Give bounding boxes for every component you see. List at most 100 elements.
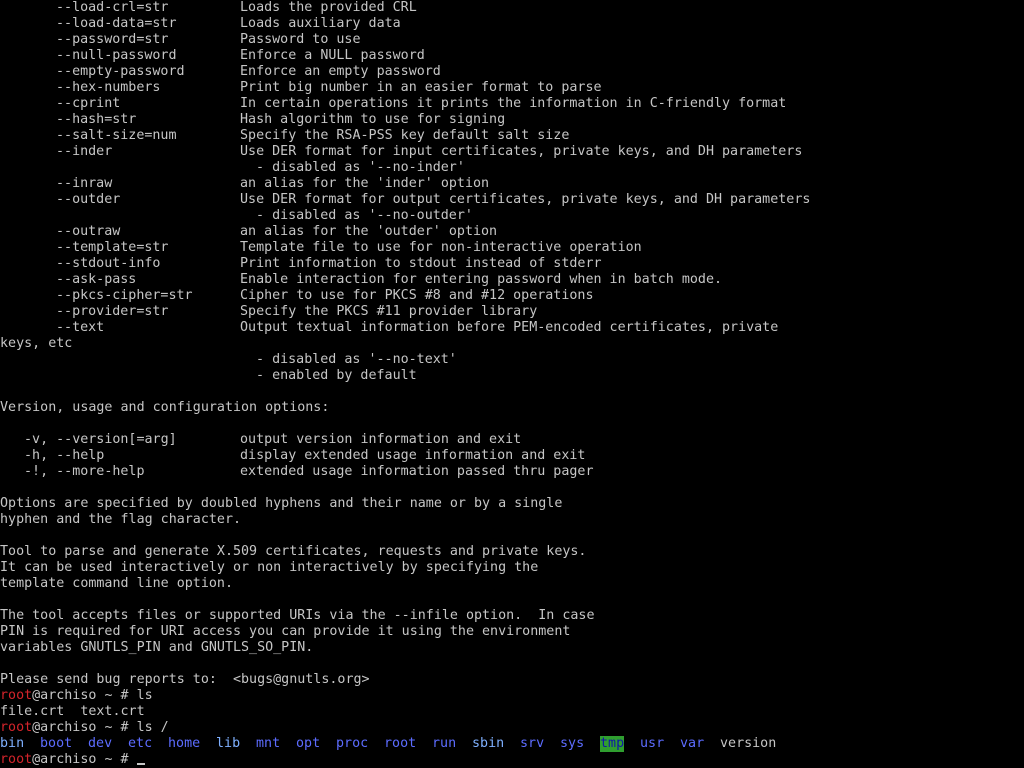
help-option-line: - disabled as '--no-text' [0, 352, 1024, 368]
dir-entry-var: var [680, 736, 705, 751]
option-flag: --provider=str [56, 304, 169, 319]
help-option-line: - disabled as '--no-inder' [0, 160, 1024, 176]
dir-entry-opt: opt [296, 736, 321, 751]
option-flag: --load-crl=str [56, 0, 169, 15]
option-flag: --ask-pass [56, 272, 137, 287]
help-option-line: --load-data=str Loads auxiliary data [0, 16, 1024, 32]
option-description: an alias for the 'inder' option [240, 176, 490, 191]
option-flag: --salt-size=num [56, 128, 177, 143]
option-description: Use DER format for output certificates, … [240, 192, 811, 207]
option-description: Loads auxiliary data [240, 16, 401, 31]
option-flag: --template=str [56, 240, 169, 255]
ls-root-line: bin boot dev etc home lib mnt opt proc root run sbi… [0, 736, 1024, 752]
option-description: Template file to use for non-interactive… [240, 240, 642, 255]
option-description: an alias for the 'outder' option [240, 224, 498, 239]
command-text: ls / [136, 720, 169, 735]
help-option-line: -v, --version[=arg] output version inform… [0, 432, 1024, 448]
help-option-line: --inder Use DER format for input certific… [0, 144, 1024, 160]
option-note: - enabled by default [256, 368, 417, 383]
dir-entry-version: version [720, 736, 777, 751]
option-description: output version information and exit [240, 432, 522, 447]
help-option-line: --salt-size=num Specify the RSA-PSS key d… [0, 128, 1024, 144]
option-description: Print information to stdout instead of s… [240, 256, 602, 271]
option-note: - disabled as '--no-outder' [256, 208, 473, 223]
prompt-host: @archiso ~ # [32, 720, 137, 735]
help-option-line: -!, --more-help extended usage informatio… [0, 464, 1024, 480]
option-description: Output textual information before PEM-en… [240, 320, 779, 335]
option-description: Hash algorithm to use for signing [240, 112, 506, 127]
option-description: Password to use [240, 32, 361, 47]
paragraph-text: PIN is required for URI access you can p… [0, 624, 571, 639]
paragraph-line: It can be used interactively or non inte… [0, 560, 1024, 576]
paragraph-text: variables GNUTLS_PIN and GNUTLS_SO_PIN. [0, 640, 314, 655]
option-flag: -v, --version[=arg] [24, 432, 177, 447]
option-description: Specify the PKCS #11 provider library [240, 304, 538, 319]
option-description: Print big number in an easier format to … [240, 80, 602, 95]
dir-entry-run: run [432, 736, 457, 751]
dir-entry-dev: dev [88, 736, 113, 751]
option-note: - disabled as '--no-inder' [256, 160, 465, 175]
wrapped-text: keys, etc [0, 336, 73, 351]
prompt-line: root@archiso ~ # ls [0, 688, 1024, 704]
help-option-line: -h, --help display extended usage informa… [0, 448, 1024, 464]
paragraph-line: Options are specified by doubled hyphens… [0, 496, 1024, 512]
option-description: In certain operations it prints the info… [240, 96, 787, 111]
paragraph-line: template command line option. [0, 576, 1024, 592]
help-option-line: --empty-password Enforce an empty passwor… [0, 64, 1024, 80]
paragraph-line: variables GNUTLS_PIN and GNUTLS_SO_PIN. [0, 640, 1024, 656]
paragraph-text: Tool to parse and generate X.509 certifi… [0, 544, 587, 559]
paragraph-text: Options are specified by doubled hyphens… [0, 496, 563, 511]
option-flag: --load-data=str [56, 16, 177, 31]
section-heading: Version, usage and configuration options… [0, 400, 1024, 416]
option-description: Loads the provided CRL [240, 0, 417, 15]
option-flag: -h, --help [24, 448, 105, 463]
prompt-line: root@archiso ~ # [0, 752, 1024, 768]
cursor [136, 763, 145, 765]
help-option-line: --outder Use DER format for output certif… [0, 192, 1024, 208]
dir-entry-srv: srv [520, 736, 545, 751]
option-flag: --outraw [56, 224, 121, 239]
help-option-line: --hex-numbers Print big number in an easi… [0, 80, 1024, 96]
dir-entry-sys: sys [560, 736, 585, 751]
paragraph-text: template command line option. [0, 576, 233, 591]
option-flag: --outder [56, 192, 121, 207]
prompt-user: root [0, 752, 33, 767]
paragraph-line: The tool accepts files or supported URIs… [0, 608, 1024, 624]
dir-entry-root: root [384, 736, 417, 751]
dir-entry-boot: boot [40, 736, 73, 751]
option-description: Enforce a NULL password [240, 48, 425, 63]
dir-entry-bin: bin [0, 736, 25, 751]
terminal-screen[interactable]: --load-crl=str Loads the provided CRL --lo… [0, 0, 1024, 768]
help-option-line: - enabled by default [0, 368, 1024, 384]
help-option-line: --pkcs-cipher=str Cipher to use for PKCS … [0, 288, 1024, 304]
help-option-line: --template=str Template file to use for n… [0, 240, 1024, 256]
prompt-user: root [0, 720, 33, 735]
option-description: extended usage information passed thru p… [240, 464, 594, 479]
dir-entry-lib: lib [216, 736, 241, 751]
ls-output-line: file.crt text.crt [0, 704, 1024, 720]
option-description: Use DER format for input certificates, p… [240, 144, 803, 159]
prompt-user: root [0, 688, 33, 703]
bug-report-text: Please send bug reports to: <bugs@gnutls… [0, 672, 370, 687]
option-description: Enable interaction for entering password… [240, 272, 723, 287]
option-description: Cipher to use for PKCS #8 and #12 operat… [240, 288, 594, 303]
paragraph-line: PIN is required for URI access you can p… [0, 624, 1024, 640]
prompt-host: @archiso ~ # [32, 752, 137, 767]
prompt-line: root@archiso ~ # ls / [0, 720, 1024, 736]
help-option-line: --load-crl=str Loads the provided CRL [0, 0, 1024, 16]
option-flag: --null-password [56, 48, 177, 63]
dir-entry-home: home [168, 736, 201, 751]
dir-entry-etc: etc [128, 736, 153, 751]
bug-report-line: Please send bug reports to: <bugs@gnutls… [0, 672, 1024, 688]
help-option-line: --cprint In certain operations it prints … [0, 96, 1024, 112]
help-option-line: - disabled as '--no-outder' [0, 208, 1024, 224]
option-flag: --inder [56, 144, 113, 159]
dir-entry-tmp: tmp [600, 736, 625, 752]
dir-entry-sbin: sbin [472, 736, 505, 751]
option-flag: --hex-numbers [56, 80, 161, 95]
option-description: display extended usage information and e… [240, 448, 586, 463]
option-note: - disabled as '--no-text' [256, 352, 457, 367]
option-flag: -!, --more-help [24, 464, 145, 479]
option-description: Specify the RSA-PSS key default salt siz… [240, 128, 570, 143]
option-flag: --inraw [56, 176, 113, 191]
